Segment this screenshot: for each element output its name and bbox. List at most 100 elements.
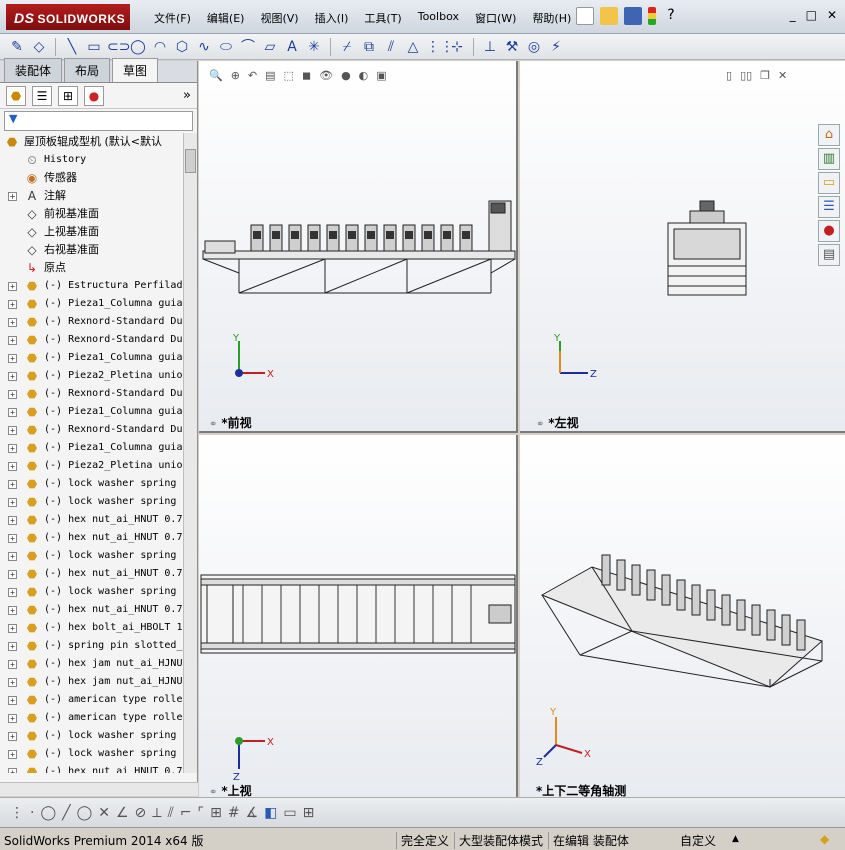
open-folder-icon[interactable]	[600, 7, 618, 25]
menu-window[interactable]: 窗口(W)	[467, 10, 524, 26]
custom-properties-icon[interactable]: ▤	[818, 244, 840, 266]
restore-icon[interactable]: ❐	[760, 69, 770, 82]
tree-item[interactable]: + ⬣ (-) hex nut_ai_HNUT 0.7	[0, 763, 184, 773]
point-icon[interactable]: ✳	[305, 38, 323, 56]
expand-toggle-icon[interactable]: +	[8, 444, 17, 453]
four-viewport-icon[interactable]: ⊞	[303, 805, 315, 821]
link-views-icon[interactable]: ⚭	[536, 419, 544, 430]
tree-filter-input[interactable]: ▼	[4, 111, 193, 131]
tree-item[interactable]: + ⬣ (-) lock washer spring	[0, 547, 184, 565]
circle-icon[interactable]: ◯	[40, 805, 56, 821]
expand-toggle-icon[interactable]: +	[8, 570, 17, 579]
tangent-icon[interactable]: ⊘	[135, 805, 147, 821]
tree-item[interactable]: + ⬣ (-) Pieza2_Pletina unio	[0, 457, 184, 475]
menu-tools[interactable]: 工具(T)	[356, 10, 409, 26]
maximize-button[interactable]: □	[806, 8, 817, 22]
display-manager-icon[interactable]: ●	[84, 85, 104, 106]
perpendicular-icon[interactable]: ⟂	[152, 805, 161, 821]
arc-icon[interactable]: ◠	[151, 38, 169, 56]
tree-item[interactable]: + ⬣ (-) hex nut_ai_HNUT 0.7	[0, 511, 184, 529]
save-icon[interactable]	[624, 7, 642, 25]
tree-item[interactable]: + ⬣ (-) Pieza1_Columna guia	[0, 403, 184, 421]
close-button[interactable]: ✕	[827, 8, 837, 22]
tree-item[interactable]: + ⬣ (-) spring pin slotted_	[0, 637, 184, 655]
circle-icon[interactable]: ◯	[129, 38, 147, 56]
two-view-icon[interactable]: ▯▯	[740, 69, 752, 82]
help-icon[interactable]: ?	[662, 7, 680, 25]
repair-sketch-icon[interactable]: ⚒	[503, 38, 521, 56]
tree-item[interactable]: + ⬣ (-) lock washer spring	[0, 727, 184, 745]
close-viewport-icon[interactable]: ✕	[778, 69, 787, 82]
menu-file[interactable]: 文件(F)	[146, 10, 199, 26]
tree-item[interactable]: + ⬣ (-) Rexnord-Standard Du	[0, 385, 184, 403]
expand-toggle-icon[interactable]: +	[8, 282, 17, 291]
tree-item[interactable]: ◇ 前视基准面	[0, 205, 184, 223]
appearance-icon[interactable]: ●	[341, 69, 351, 82]
tree-item[interactable]: + ⬣ (-) Pieza2_Pletina unio	[0, 367, 184, 385]
expand-toggle-icon[interactable]: +	[8, 624, 17, 633]
point-icon[interactable]: ·	[30, 805, 34, 821]
viewport-left[interactable]: ▯ ▯▯ ❐ ✕ Y Z ⚭ *左视	[520, 61, 845, 433]
line-icon[interactable]: ╲	[63, 38, 81, 56]
link-views-icon[interactable]: ⚭	[209, 787, 217, 797]
minimize-button[interactable]: _	[790, 8, 796, 22]
expand-toggle-icon[interactable]: +	[8, 516, 17, 525]
new-document-icon[interactable]	[576, 7, 594, 25]
tab-assembly[interactable]: 装配体	[4, 58, 63, 82]
expand-toggle-icon[interactable]: +	[8, 462, 17, 471]
nearest-icon[interactable]: ⌜	[198, 805, 205, 821]
tree-vertical-scrollbar[interactable]	[183, 133, 197, 773]
parallel-icon[interactable]: ⫽	[168, 805, 174, 821]
tree-item[interactable]: ◉ 传感器	[0, 169, 184, 187]
expand-toggle-icon[interactable]: +	[8, 192, 17, 201]
configuration-manager-icon[interactable]: ⊞	[58, 85, 78, 106]
expand-toggle-icon[interactable]: +	[8, 426, 17, 435]
rebuild-traffic-light-icon[interactable]	[648, 7, 656, 25]
viewport-top[interactable]: X Z ⚭ *上视	[199, 435, 518, 797]
smart-dimension-icon[interactable]: ◇	[30, 38, 48, 56]
tree-item[interactable]: + ⬣ (-) Pieza1_Columna guia	[0, 439, 184, 457]
expand-toggle-icon[interactable]: +	[8, 642, 17, 651]
grid-snap-icon[interactable]: #	[228, 805, 240, 821]
expand-toggle-icon[interactable]: +	[8, 372, 17, 381]
zoom-area-icon[interactable]: ⊕	[231, 69, 240, 82]
menu-help[interactable]: 帮助(H)	[524, 10, 579, 26]
tree-item[interactable]: + ⬣ (-) Pieza1_Columna guia	[0, 349, 184, 367]
text-icon[interactable]: A	[283, 38, 301, 56]
expand-toggle-icon[interactable]: +	[8, 588, 17, 597]
view-palette-icon[interactable]: ☰	[818, 196, 840, 218]
tree-horizontal-scrollbar[interactable]	[0, 782, 198, 796]
quick-snaps-icon[interactable]: ◎	[525, 38, 543, 56]
tree-item[interactable]: + ⬣ (-) hex nut_ai_HNUT 0.7	[0, 601, 184, 619]
tree-item[interactable]: + ⬣ (-) hex nut_ai_HNUT 0.7	[0, 529, 184, 547]
previous-view-icon[interactable]: ↶	[248, 69, 257, 82]
expand-toggle-icon[interactable]: +	[8, 660, 17, 669]
circle-icon[interactable]: ◯	[77, 805, 93, 821]
plane-icon[interactable]: ▱	[261, 38, 279, 56]
tree-item[interactable]: + ⬣ (-) Rexnord-Standard Du	[0, 331, 184, 349]
tree-item[interactable]: + ⬣ (-) hex nut_ai_HNUT 0.7	[0, 565, 184, 583]
expand-toggle-icon[interactable]: +	[8, 696, 17, 705]
grid-icon[interactable]: ⊞	[210, 805, 222, 821]
expand-toggle-icon[interactable]: +	[8, 390, 17, 399]
tree-item[interactable]: + ⬣ (-) american type rolle	[0, 691, 184, 709]
expand-toggle-icon[interactable]: +	[8, 714, 17, 723]
single-viewport-icon[interactable]: ▭	[283, 805, 296, 821]
solidworks-logo[interactable]: DS SOLIDWORKS	[6, 4, 130, 30]
ellipse-icon[interactable]: ⬭	[217, 38, 235, 56]
angle-icon[interactable]: ∠	[116, 805, 129, 821]
expand-toggle-icon[interactable]: +	[8, 750, 17, 759]
expand-toggle-icon[interactable]: +	[8, 732, 17, 741]
line-icon[interactable]: ╱	[62, 805, 70, 821]
move-entities-icon[interactable]: ⊹	[448, 38, 466, 56]
tab-sketch[interactable]: 草图	[112, 58, 159, 82]
menu-insert[interactable]: 插入(I)	[307, 10, 357, 26]
appearances-icon[interactable]: ●	[818, 220, 840, 242]
convert-entities-icon[interactable]: ⧉	[360, 38, 378, 56]
corner-icon[interactable]: ⌐	[180, 805, 192, 821]
tree-item[interactable]: + ⬣ (-) lock washer spring	[0, 745, 184, 763]
feature-manager-icon[interactable]: ⬣	[6, 85, 26, 106]
hide-show-icon[interactable]: 👁	[319, 69, 333, 82]
mirror-icon[interactable]: △	[404, 38, 422, 56]
viewport-isometric[interactable]: Y X Z *上下二等角轴测	[520, 435, 845, 797]
